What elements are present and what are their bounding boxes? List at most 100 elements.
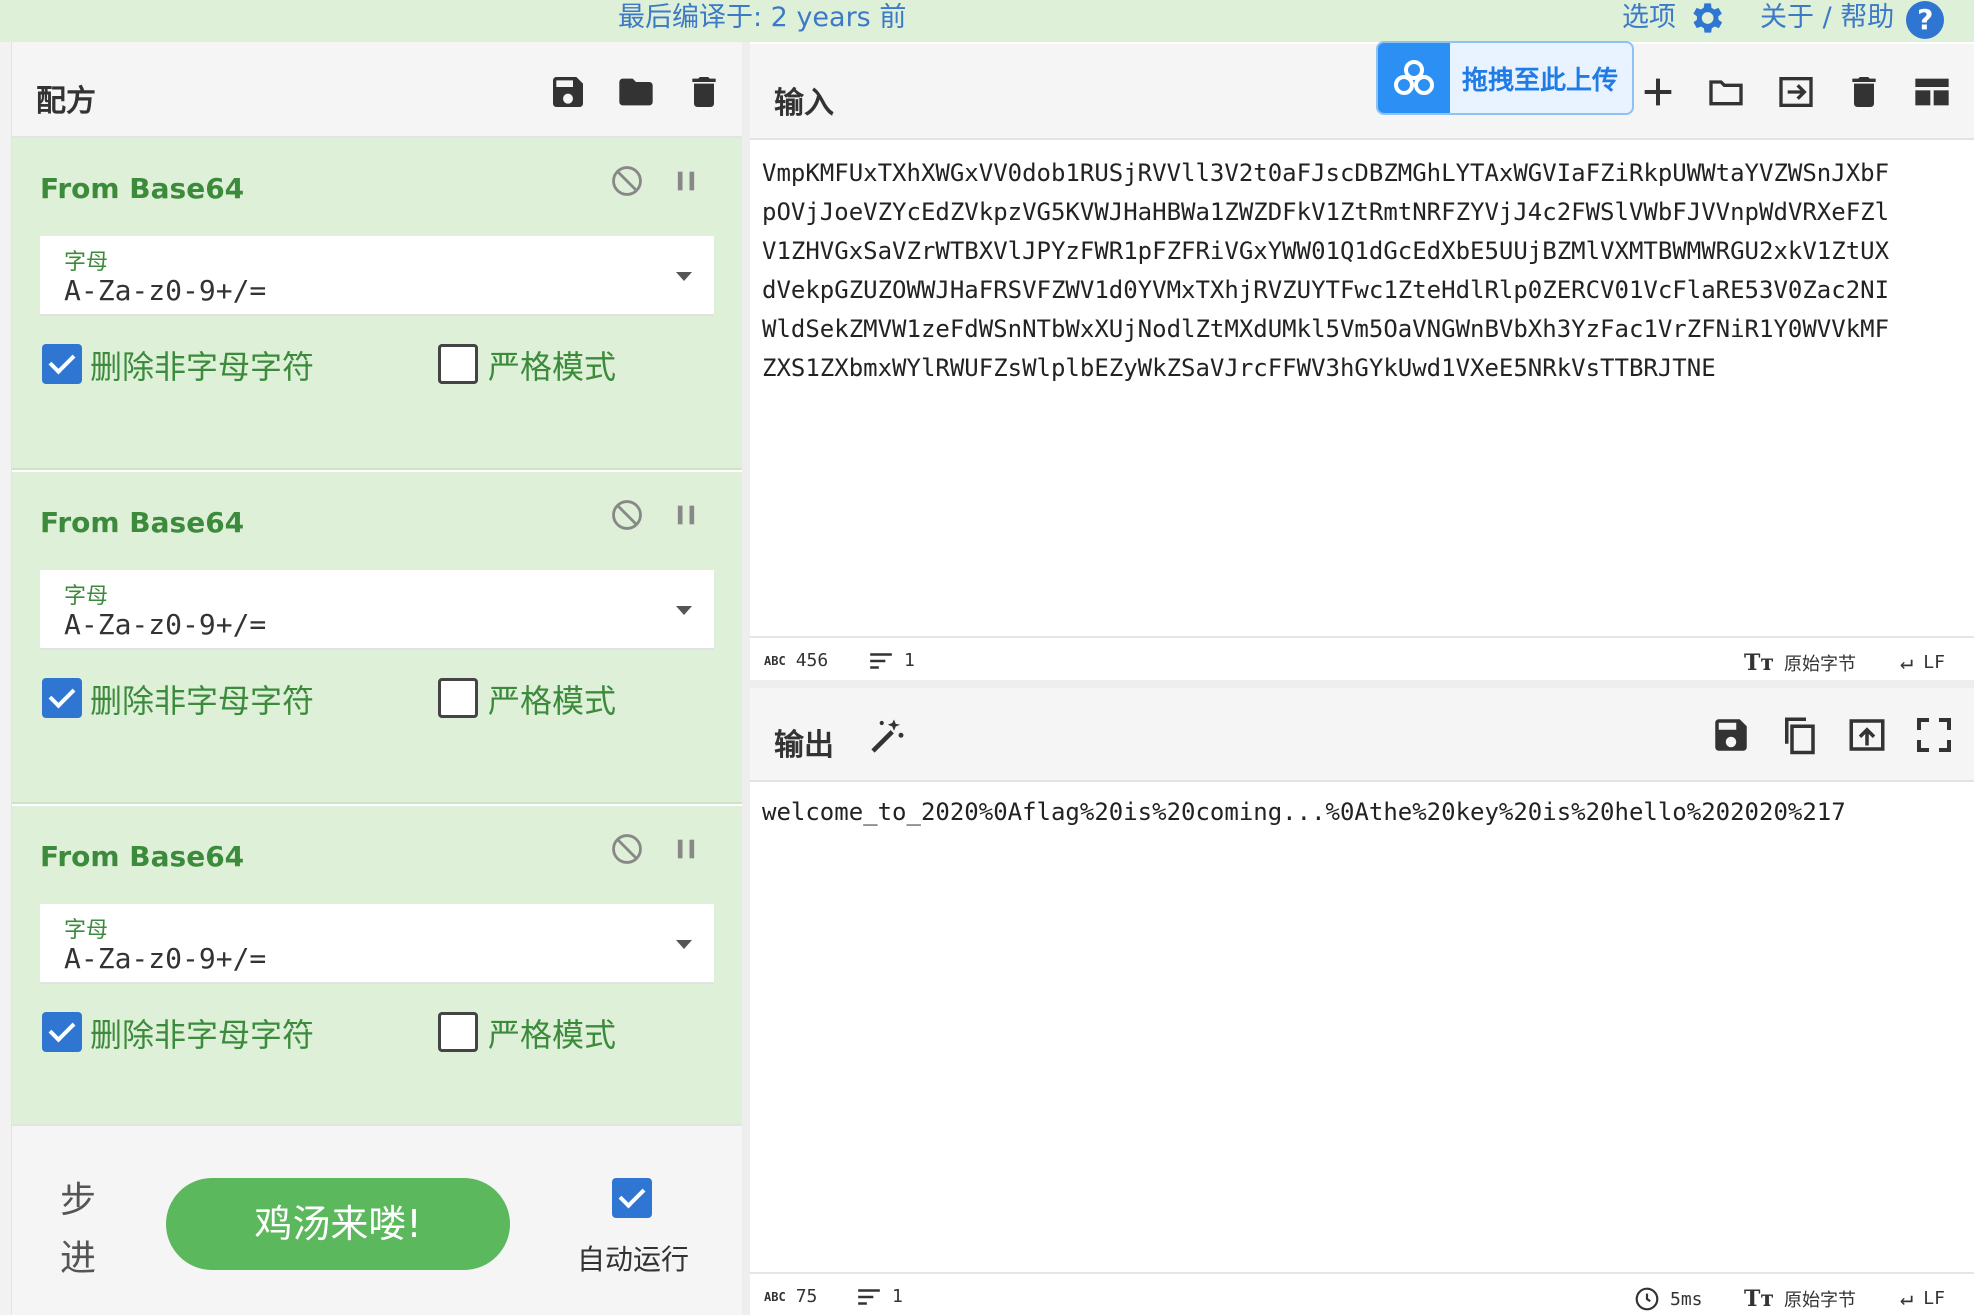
copy-icon[interactable] [1778,714,1820,756]
operation-name: From Base64 [40,840,245,873]
operation-from-base64[interactable]: From Base64 字母 A-Za-z0-9+/= 删除非字母字符 严格模式 [12,806,742,1138]
remove-nonalphabet-label: 删除非字母字符 [90,1016,315,1054]
top-banner: 最后编译于: 2 years 前 选项 关于 / 帮助 ? [0,0,1974,42]
upload-label: 拖拽至此上传 [1462,65,1619,96]
line-count: 1 [868,650,915,671]
auto-bake-checkbox[interactable] [612,1178,652,1218]
eol-button[interactable]: ↵ LF [1900,650,1945,675]
magic-wand-icon[interactable] [866,716,908,758]
alphabet-value: A-Za-z0-9+/= [64,608,267,641]
lines-icon [870,652,892,669]
about-label: 关于 / 帮助 [1760,2,1895,33]
chevron-down-icon [676,272,692,281]
alphabet-select[interactable]: 字母 A-Za-z0-9+/= [40,570,714,650]
folder-icon[interactable] [616,72,656,112]
alphabet-label: 字母 [64,584,109,609]
recipe-panel: 配方 From Base64 字母 A-Za-z0-9+/= 删除非字母字符 严… [12,42,742,1315]
save-output-icon[interactable] [1710,714,1752,756]
alphabet-value: A-Za-z0-9+/= [64,274,267,307]
maximize-icon[interactable] [1914,714,1954,756]
remove-nonalphabet-checkbox[interactable] [42,344,82,384]
column-resizer[interactable] [742,42,750,1315]
output-title: 输出 [774,728,834,763]
input-textarea[interactable]: VmpKMFUxTXhXWGxVV0dob1RUSjRVVll3V2t0aFJs… [750,140,1974,632]
add-tab-icon[interactable] [1638,72,1678,112]
disable-icon[interactable] [610,164,644,198]
operation-from-base64[interactable]: From Base64 字母 A-Za-z0-9+/= 删除非字母字符 严格模式 [12,138,742,470]
pause-icon[interactable] [672,834,700,864]
bake-button[interactable]: 鸡汤来喽! [166,1178,510,1270]
import-file-icon[interactable] [1774,72,1818,112]
replace-input-icon[interactable] [1846,714,1888,756]
disable-icon[interactable] [610,498,644,532]
remove-nonalphabet-checkbox[interactable] [42,678,82,718]
line-count-value: 1 [904,650,915,671]
remove-nonalphabet-label: 删除非字母字符 [90,348,315,386]
upload-drop-button[interactable]: 拖拽至此上传 [1376,41,1634,115]
cloud-logo-icon [1378,43,1450,113]
alphabet-value: A-Za-z0-9+/= [64,942,267,975]
strict-mode-label: 严格模式 [488,682,617,720]
abc-icon: ABC [764,1289,786,1304]
lines-icon [858,1288,880,1305]
char-count: ABC 75 [764,1286,817,1307]
operation-name: From Base64 [40,172,245,205]
input-line: WldSekZMVW1zeFdWSnNTbWxXUjNodlZtMXdUMkl5… [762,315,1890,343]
alphabet-label: 字母 [64,918,109,943]
bake-time: 5ms [1634,1286,1703,1312]
encoding-label: 原始字节 [1784,654,1857,675]
auto-bake-label: 自动运行 [577,1243,690,1276]
eol-button[interactable]: ↵ LF [1900,1286,1945,1311]
controls-bar: 步进 鸡汤来喽! 自动运行 [12,1124,742,1315]
char-count-value: 456 [795,650,829,671]
input-line: dVekpGZUZOWWJHaFRSVFZWV1d0YVMxTXhjRVZUYT… [762,276,1890,304]
save-icon[interactable] [548,72,588,112]
output-header: 输出 [750,688,1974,782]
strict-mode-checkbox[interactable] [438,1012,478,1052]
strict-mode-label: 严格模式 [488,1016,617,1054]
options-label: 选项 [1622,2,1676,33]
alphabet-label: 字母 [64,250,109,275]
return-icon: ↵ [1900,650,1914,675]
strict-mode-checkbox[interactable] [438,678,478,718]
operation-from-base64[interactable]: From Base64 字母 A-Za-z0-9+/= 删除非字母字符 严格模式 [12,472,742,804]
text-size-icon: Tт [1744,1286,1775,1312]
pause-icon[interactable] [672,500,700,530]
options-button[interactable]: 选项 [1622,0,1726,36]
bake-time-value: 5ms [1670,1288,1703,1310]
char-count: ABC 456 [764,650,828,671]
remove-nonalphabet-label: 删除非字母字符 [90,682,315,720]
remove-nonalphabet-checkbox[interactable] [42,1012,82,1052]
version-text: 最后编译于: 2 years 前 [618,2,907,33]
chevron-down-icon [676,940,692,949]
trash-icon[interactable] [684,72,724,112]
disable-icon[interactable] [610,832,644,866]
alphabet-select[interactable]: 字母 A-Za-z0-9+/= [40,904,714,984]
about-help-button[interactable]: 关于 / 帮助 ? [1760,0,1945,39]
step-button[interactable]: 步进 [60,1172,100,1288]
line-count-value: 1 [892,1286,903,1307]
clear-input-icon[interactable] [1844,72,1884,112]
alphabet-select[interactable]: 字母 A-Za-z0-9+/= [40,236,714,316]
encoding-button[interactable]: Tт 原始字节 [1744,650,1856,676]
input-header: 输入 拖拽至此上传 [750,41,1974,140]
input-line: VmpKMFUxTXhXWGxVV0dob1RUSjRVVll3V2t0aFJs… [762,159,1890,187]
operation-name: From Base64 [40,506,245,539]
clock-icon [1635,1287,1659,1311]
output-text[interactable]: welcome_to_2020%0Aflag%20is%20coming...%… [750,782,1974,1272]
output-statusbar: ABC 75 1 5ms Tт 原始字节 ↵ LF [750,1272,1974,1315]
help-icon: ? [1906,1,1945,39]
pause-icon[interactable] [672,166,700,196]
open-folder-icon[interactable] [1704,72,1748,112]
gear-icon [1693,3,1723,33]
encoding-button[interactable]: Tт 原始字节 [1744,1286,1856,1312]
row-resizer[interactable] [750,680,1974,688]
return-icon: ↵ [1900,1286,1914,1311]
abc-icon: ABC [764,653,786,668]
encoding-label: 原始字节 [1784,1290,1857,1311]
layout-icon[interactable] [1910,72,1954,112]
char-count-value: 75 [795,1286,818,1307]
strict-mode-checkbox[interactable] [438,344,478,384]
text-size-icon: Tт [1744,650,1775,676]
eol-label: LF [1923,1288,1945,1309]
